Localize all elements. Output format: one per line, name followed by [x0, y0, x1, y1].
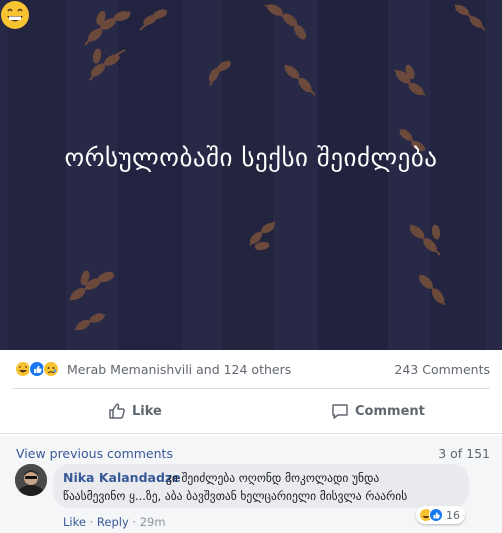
comment-count-link[interactable]: 243 Comments — [394, 362, 490, 377]
comments-section: View previous comments 3 of 151 Nika Kal… — [0, 436, 502, 533]
comment-reply-link[interactable]: Reply — [97, 515, 129, 529]
thumbs-up-icon — [109, 403, 125, 419]
comment-button-label: Comment — [355, 403, 425, 419]
view-previous-comments-link[interactable]: View previous comments — [16, 446, 173, 461]
like-button[interactable]: Like — [108, 396, 162, 426]
divider — [12, 388, 490, 389]
comment-reaction-icons — [419, 508, 443, 522]
comment-author-link[interactable]: Nika Kalandadze — [63, 470, 181, 485]
reaction-names-link[interactable]: Merab Memanishvili and 124 others — [67, 362, 291, 377]
comment-like-link[interactable]: Like — [63, 515, 86, 529]
forest-background — [0, 0, 502, 350]
comment-timestamp[interactable]: 29m — [140, 515, 166, 529]
comment-page-count: 3 of 151 — [438, 446, 490, 461]
post-image[interactable]: ორსულობაში სექსი შეიძლება — [0, 0, 502, 350]
post-caption-text: ორსულობაში სექსი შეიძლება — [64, 143, 438, 172]
speech-bubble-icon — [332, 404, 348, 419]
like-icon — [429, 508, 443, 522]
comment-button[interactable]: Comment — [331, 396, 425, 426]
comment-actions: Like · Reply · 29m — [63, 515, 166, 529]
comment-reaction-badge[interactable]: 16 — [416, 506, 465, 524]
reactions-bar: Merab Memanishvili and 124 others 243 Co… — [0, 350, 502, 388]
separator-dot: · — [89, 515, 97, 529]
avatar[interactable] — [15, 464, 47, 496]
comment-text-line: კი შეიძლება ოღონდ მოკოლადი უნდა — [166, 471, 380, 485]
sad-icon — [43, 361, 59, 377]
comment-bubble: Nika Kalandadze კი შეიძლება ოღონდ მოკოლა… — [53, 464, 469, 508]
user-avatar-photo-icon — [15, 464, 47, 496]
like-icon — [29, 361, 45, 377]
comment-reaction-count: 16 — [446, 508, 460, 522]
laugh-icon — [15, 361, 31, 377]
divider — [0, 433, 502, 434]
comment-text-line: წაასმევინო ყ...ზე, აბა ბავშვთან ხელცარიე… — [63, 489, 408, 503]
reaction-icons-group[interactable] — [15, 361, 65, 377]
like-button-label: Like — [132, 403, 162, 419]
separator-dot: · — [132, 515, 140, 529]
grinning-face-emoji-icon — [1, 1, 29, 29]
